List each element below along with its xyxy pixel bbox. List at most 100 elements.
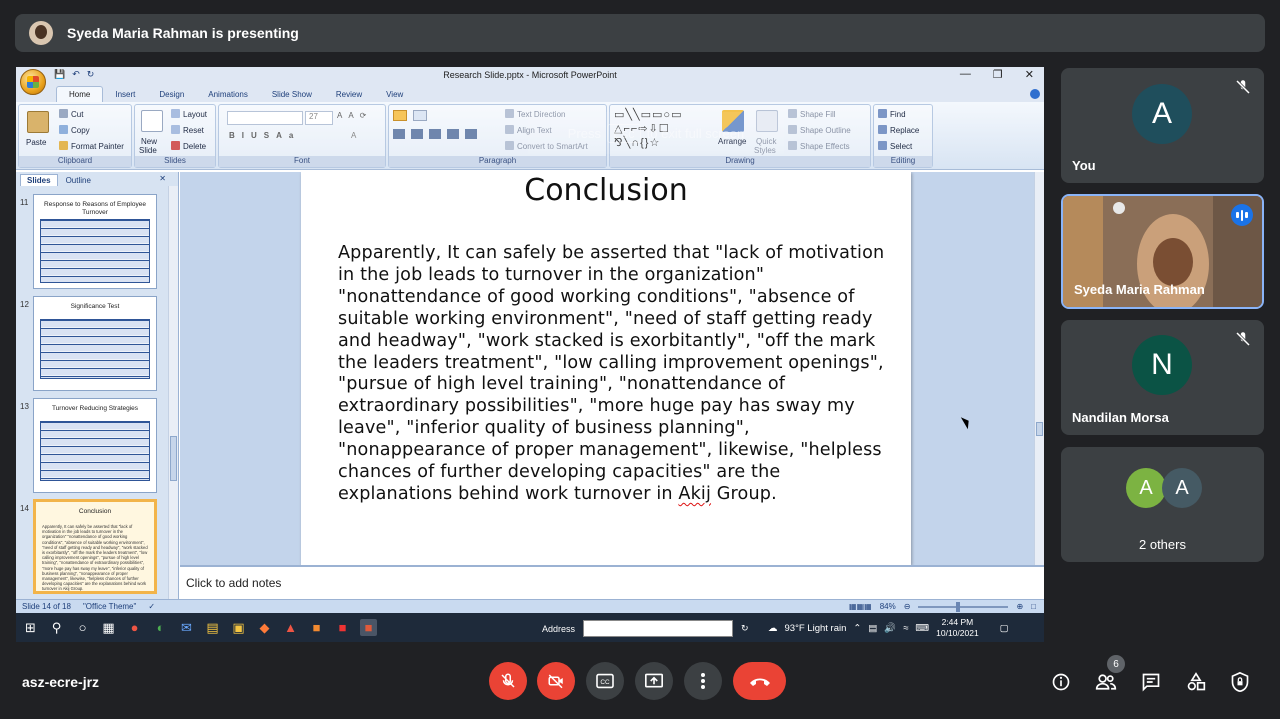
panel-close-icon[interactable]: ✕: [153, 173, 172, 184]
tab-insert[interactable]: Insert: [103, 87, 147, 102]
captions-button[interactable]: CC: [586, 662, 624, 700]
tab-slide-show[interactable]: Slide Show: [260, 87, 324, 102]
office-button[interactable]: [20, 69, 46, 95]
font-color-icon[interactable]: A: [351, 131, 356, 140]
host-controls-button[interactable]: [1228, 670, 1252, 694]
cortana-icon[interactable]: ○: [74, 619, 91, 636]
font-grow-shrink-icons[interactable]: AA⟳: [337, 111, 372, 120]
network-icon[interactable]: ▤: [868, 623, 877, 634]
font-format-icons[interactable]: BIUSAa: [229, 131, 300, 140]
weather-text[interactable]: 93°F Light rain: [785, 623, 847, 634]
task-view-icon[interactable]: ▦: [100, 619, 117, 636]
keyboard-icon[interactable]: ⌨: [915, 623, 929, 634]
cut-button[interactable]: Cut: [59, 109, 83, 119]
notes-pane[interactable]: Click to add notes: [180, 565, 1044, 599]
tab-view[interactable]: View: [374, 87, 415, 102]
help-icon[interactable]: [1030, 89, 1040, 99]
mic-toggle-button[interactable]: [489, 662, 527, 700]
new-slide-icon[interactable]: [141, 110, 163, 132]
windows-start-icon[interactable]: ⊞: [22, 619, 39, 636]
slide-scrollbar[interactable]: [1034, 172, 1044, 565]
bullets-icon[interactable]: [393, 110, 407, 121]
chat-button[interactable]: [1139, 670, 1163, 694]
leave-call-button[interactable]: [733, 662, 786, 700]
wifi-icon[interactable]: ≈: [903, 623, 908, 634]
replace-button[interactable]: Replace: [878, 125, 919, 135]
participant-tile-nandilan[interactable]: N Nandilan Morsa: [1061, 320, 1264, 435]
spellcheck-icon[interactable]: ✓: [148, 602, 155, 611]
slide-body-text[interactable]: Apparently, It can safely be asserted th…: [338, 243, 886, 506]
slide-thumbnail-11[interactable]: Response to Reasons of Employee Turnover: [33, 194, 157, 289]
paste-icon[interactable]: [27, 111, 49, 133]
panel-tab-slides[interactable]: Slides: [20, 174, 58, 186]
slide-thumbnail-14[interactable]: Conclusion Apparently, It can safely be …: [33, 499, 157, 594]
mail-icon[interactable]: ✉: [178, 619, 195, 636]
powerpoint-taskbar-icon[interactable]: ■: [360, 619, 377, 636]
participants-button[interactable]: [1094, 670, 1118, 694]
illustrator-icon[interactable]: ■: [308, 619, 325, 636]
vlc-icon[interactable]: ▲: [282, 619, 299, 636]
sticky-notes-icon[interactable]: ▣: [230, 619, 247, 636]
paste-button[interactable]: Paste: [26, 138, 46, 147]
slide-thumbnail-13[interactable]: Turnover Reducing Strategies: [33, 398, 157, 493]
tab-review[interactable]: Review: [324, 87, 374, 102]
new-slide-label-2[interactable]: Slide: [139, 146, 157, 155]
shape-fill-button[interactable]: Shape Fill: [788, 109, 836, 119]
acrobat-icon[interactable]: ■: [334, 619, 351, 636]
chrome-icon[interactable]: ◐: [152, 619, 169, 636]
close-icon[interactable]: ✕: [1025, 68, 1034, 81]
slides-panel-scrollbar[interactable]: [168, 186, 178, 600]
participant-tile-you[interactable]: A You: [1061, 68, 1264, 183]
zoom-level[interactable]: 84%: [880, 602, 896, 611]
reset-button[interactable]: Reset: [171, 125, 204, 135]
notifications-icon[interactable]: ▢: [1000, 623, 1009, 634]
view-buttons-icon[interactable]: ▦▦▦: [849, 602, 872, 611]
new-slide-label[interactable]: New: [141, 137, 157, 146]
delete-button[interactable]: Delete: [171, 141, 206, 151]
format-painter-button[interactable]: Format Painter: [59, 141, 124, 151]
align-icons[interactable]: [393, 129, 483, 139]
clock[interactable]: 2:44 PM 10/10/2021: [936, 617, 979, 639]
current-slide[interactable]: Conclusion Apparently, It can safely be …: [301, 172, 911, 565]
tab-animations[interactable]: Animations: [196, 87, 260, 102]
tray-chevron-icon[interactable]: ⌃: [853, 623, 861, 634]
weather-icon[interactable]: ☁: [768, 623, 778, 634]
refresh-icon[interactable]: ↻: [741, 623, 749, 634]
more-options-button[interactable]: [684, 662, 722, 700]
file-explorer-icon[interactable]: ▤: [204, 619, 221, 636]
app-icon[interactable]: ◆: [256, 619, 273, 636]
zoom-in-icon[interactable]: ⊕: [1016, 602, 1023, 611]
slide-title[interactable]: Conclusion: [301, 173, 911, 208]
fit-window-icon[interactable]: □: [1031, 602, 1036, 611]
shape-outline-button[interactable]: Shape Outline: [788, 125, 851, 135]
tab-design[interactable]: Design: [147, 87, 196, 102]
tab-home[interactable]: Home: [56, 86, 104, 102]
font-size-dropdown[interactable]: 27: [305, 111, 333, 125]
font-name-dropdown[interactable]: [227, 111, 303, 125]
meeting-details-button[interactable]: [1049, 670, 1073, 694]
numbering-icon[interactable]: [413, 110, 427, 121]
participant-tile-presenter[interactable]: Syeda Maria Rahman: [1061, 194, 1264, 309]
select-button[interactable]: Select: [878, 141, 912, 151]
slide-thumbnail-12[interactable]: Significance Test: [33, 296, 157, 391]
present-button[interactable]: [635, 662, 673, 700]
address-input[interactable]: [583, 620, 734, 637]
opera-icon[interactable]: ●: [126, 619, 143, 636]
search-icon[interactable]: ⚲: [48, 619, 65, 636]
zoom-slider[interactable]: [918, 601, 1009, 612]
scrollbar-thumb[interactable]: [1036, 422, 1043, 436]
panel-tab-outline[interactable]: Outline: [60, 175, 97, 186]
layout-button[interactable]: Layout: [171, 109, 207, 119]
camera-toggle-button[interactable]: [537, 662, 575, 700]
participant-tile-others[interactable]: A A 2 others: [1061, 447, 1264, 562]
restore-icon[interactable]: ❐: [993, 68, 1003, 81]
minimize-icon[interactable]: —: [960, 68, 971, 81]
find-button[interactable]: Find: [878, 109, 906, 119]
copy-button[interactable]: Copy: [59, 125, 90, 135]
activities-button[interactable]: [1184, 670, 1208, 694]
shape-effects-button[interactable]: Shape Effects: [788, 141, 850, 151]
volume-icon[interactable]: 🔊: [884, 623, 896, 634]
zoom-out-icon[interactable]: ⊖: [904, 602, 911, 611]
cursor-icon: [878, 141, 887, 150]
scrollbar-thumb[interactable]: [170, 436, 177, 481]
